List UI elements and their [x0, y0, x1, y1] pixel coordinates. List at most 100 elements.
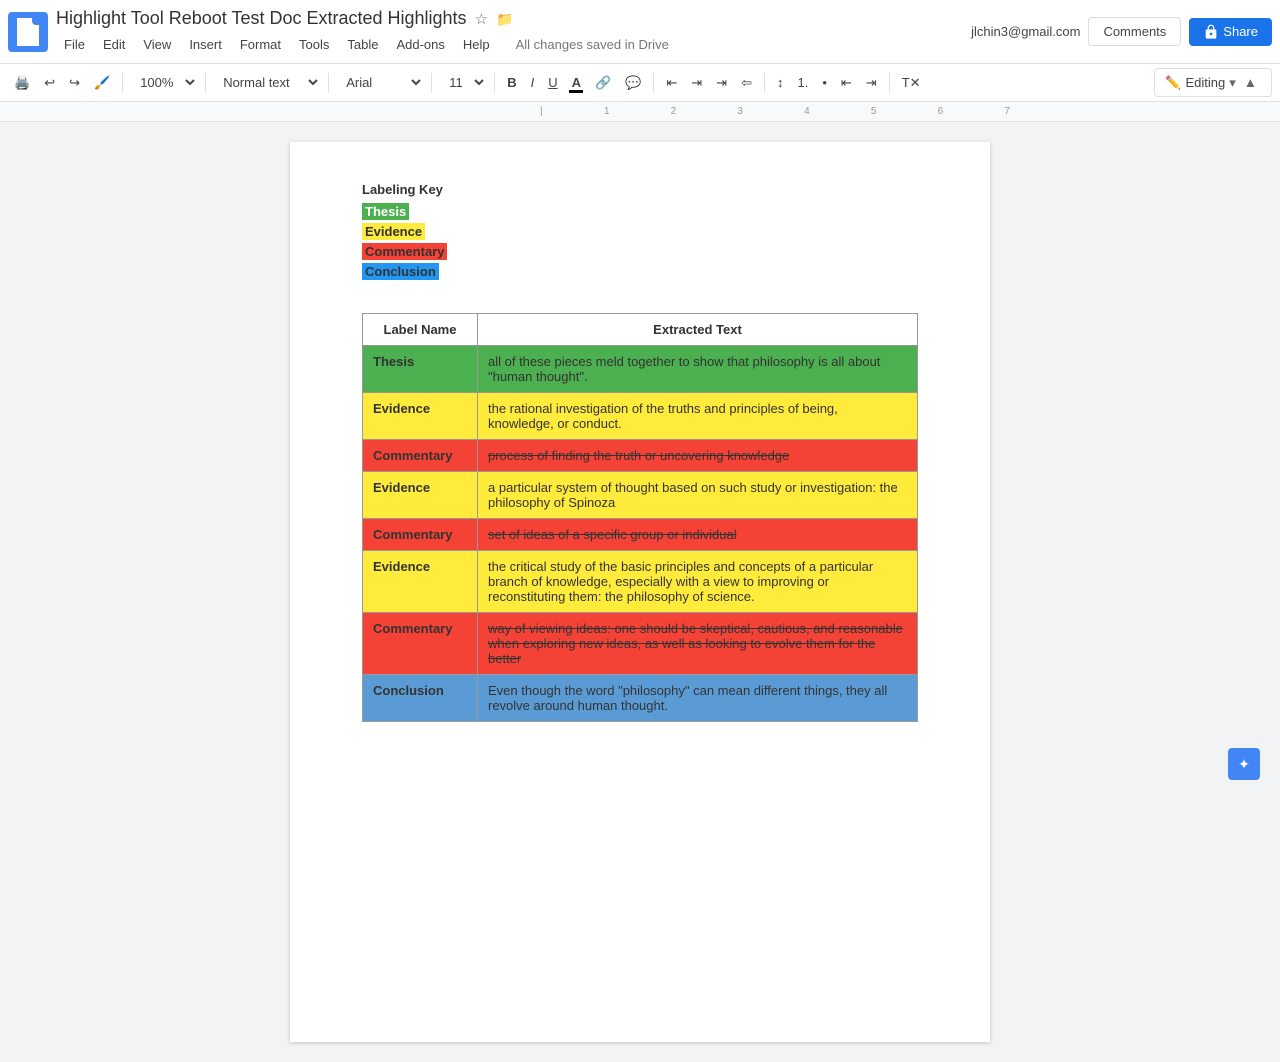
- lock-icon: [1203, 24, 1219, 40]
- editing-label: Editing: [1186, 75, 1226, 90]
- table-cell-label: Thesis: [363, 346, 478, 393]
- table-cell-text: a particular system of thought based on …: [478, 472, 918, 519]
- ruler-mark: 2: [671, 106, 677, 117]
- indent-less-button[interactable]: ⇤: [835, 71, 858, 95]
- bold-button[interactable]: B: [501, 71, 522, 94]
- collapse-button[interactable]: ▲: [1240, 73, 1261, 92]
- menu-bar: File Edit View Insert Format Tools Table…: [56, 33, 971, 56]
- font-size-select[interactable]: 11 10 12 14: [438, 70, 488, 95]
- ruler-mark: 7: [1004, 106, 1010, 117]
- comment-button[interactable]: 💬: [619, 71, 647, 95]
- table-cell-text: all of these pieces meld together to sho…: [478, 346, 918, 393]
- menu-addons[interactable]: Add-ons: [388, 33, 452, 56]
- redo-button[interactable]: ↪: [63, 71, 86, 95]
- sep7: [764, 73, 765, 93]
- doc-page: Labeling Key Thesis Evidence Commentary …: [290, 142, 990, 1042]
- text-color-a: A: [572, 75, 581, 90]
- folder-icon[interactable]: 📁: [496, 11, 513, 28]
- clear-format-button[interactable]: T✕: [896, 71, 927, 95]
- share-label: Share: [1223, 24, 1258, 39]
- key-evidence: Evidence: [362, 223, 425, 240]
- editing-dropdown[interactable]: ▾: [1229, 75, 1236, 91]
- bullet-list-button[interactable]: •: [816, 71, 833, 94]
- app-icon[interactable]: [8, 12, 48, 52]
- paint-format-button[interactable]: 🖌️: [88, 71, 116, 95]
- key-thesis: Thesis: [362, 203, 409, 220]
- link-button[interactable]: 🔗: [589, 71, 617, 95]
- ruler-mark: 6: [938, 106, 944, 117]
- doc-area: Labeling Key Thesis Evidence Commentary …: [0, 122, 1280, 1062]
- numbered-list-button[interactable]: 1.: [791, 71, 814, 94]
- line-spacing-button[interactable]: ↕: [771, 71, 790, 94]
- table-row: Evidencea particular system of thought b…: [363, 472, 918, 519]
- table-cell-text: set of ideas of a specific group or indi…: [478, 519, 918, 551]
- ruler-mark: 5: [871, 106, 877, 117]
- sep2: [205, 73, 206, 93]
- table-row: Evidencethe critical study of the basic …: [363, 551, 918, 613]
- table-cell-label: Commentary: [363, 440, 478, 472]
- ruler-mark: 1: [604, 106, 610, 117]
- undo-button[interactable]: ↩: [38, 71, 61, 95]
- font-select[interactable]: Arial Times New Roman Courier New: [335, 70, 425, 95]
- align-justify-button[interactable]: ⇦: [735, 71, 758, 95]
- sep6: [653, 73, 654, 93]
- table-header-label: Label Name: [363, 314, 478, 346]
- table-header-text: Extracted Text: [478, 314, 918, 346]
- align-right-button[interactable]: ⇥: [710, 71, 733, 95]
- editing-badge: ✏️ Editing ▾ ▲: [1154, 68, 1272, 97]
- star-icon[interactable]: ☆: [475, 10, 488, 28]
- ruler-mark: |: [540, 106, 543, 117]
- sep8: [889, 73, 890, 93]
- italic-button[interactable]: I: [525, 71, 541, 94]
- autosave-status: All changes saved in Drive: [516, 37, 669, 52]
- table-row: Commentaryset of ideas of a specific gro…: [363, 519, 918, 551]
- title-section: Highlight Tool Reboot Test Doc Extracted…: [56, 8, 971, 56]
- share-button[interactable]: Share: [1189, 18, 1272, 46]
- text-color-button[interactable]: A: [566, 71, 587, 94]
- align-center-button[interactable]: ⇥: [685, 71, 708, 95]
- table-row: Thesisall of these pieces meld together …: [363, 346, 918, 393]
- table-body: Thesisall of these pieces meld together …: [363, 346, 918, 722]
- table-row: Commentaryprocess of finding the truth o…: [363, 440, 918, 472]
- user-email: jlchin3@gmail.com: [971, 24, 1080, 39]
- ruler-mark: 4: [804, 106, 810, 117]
- table-cell-label: Commentary: [363, 613, 478, 675]
- table-cell-text: the critical study of the basic principl…: [478, 551, 918, 613]
- menu-help[interactable]: Help: [455, 33, 498, 56]
- ruler-mark: 3: [737, 106, 743, 117]
- table-row: Commentaryway of viewing ideas: one shou…: [363, 613, 918, 675]
- menu-file[interactable]: File: [56, 33, 93, 56]
- style-select[interactable]: Normal text Heading 1 Heading 2: [212, 70, 322, 95]
- doc-title[interactable]: Highlight Tool Reboot Test Doc Extracted…: [56, 8, 467, 29]
- color-underline: [569, 90, 583, 93]
- key-commentary: Commentary: [362, 243, 447, 260]
- table-cell-label: Evidence: [363, 472, 478, 519]
- table-cell-label: Conclusion: [363, 675, 478, 722]
- comments-button[interactable]: Comments: [1088, 17, 1181, 46]
- sep1: [122, 73, 123, 93]
- menu-tools[interactable]: Tools: [291, 33, 337, 56]
- top-bar: Highlight Tool Reboot Test Doc Extracted…: [0, 0, 1280, 64]
- menu-insert[interactable]: Insert: [181, 33, 230, 56]
- menu-format[interactable]: Format: [232, 33, 289, 56]
- pencil-icon: ✏️: [1165, 75, 1181, 91]
- menu-edit[interactable]: Edit: [95, 33, 133, 56]
- labeling-key-title: Labeling Key: [362, 182, 918, 197]
- docs-logo: [15, 16, 41, 48]
- indent-more-button[interactable]: ⇥: [860, 71, 883, 95]
- top-right: jlchin3@gmail.com Comments Share: [971, 17, 1272, 46]
- menu-view[interactable]: View: [135, 33, 179, 56]
- key-conclusion: Conclusion: [362, 263, 439, 280]
- table-cell-text: Even though the word "philosophy" can me…: [478, 675, 918, 722]
- print-button[interactable]: 🖨️: [8, 71, 36, 95]
- align-left-button[interactable]: ⇤: [660, 71, 683, 95]
- smart-compose-button[interactable]: ✦: [1228, 748, 1260, 780]
- table-cell-text: process of finding the truth or uncoveri…: [478, 440, 918, 472]
- underline-button[interactable]: U: [542, 71, 563, 94]
- table-cell-label: Commentary: [363, 519, 478, 551]
- labeling-key: Labeling Key Thesis Evidence Commentary …: [362, 182, 918, 283]
- table-cell-text: way of viewing ideas: one should be skep…: [478, 613, 918, 675]
- table-row: ConclusionEven though the word "philosop…: [363, 675, 918, 722]
- menu-table[interactable]: Table: [339, 33, 386, 56]
- zoom-select[interactable]: 100% 75% 125%: [129, 70, 199, 95]
